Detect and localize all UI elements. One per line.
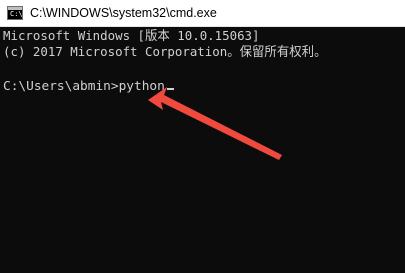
cmd-app-icon-label: C:\ <box>10 10 23 18</box>
title-bar[interactable]: C:\ C:\WINDOWS\system32\cmd.exe <box>0 0 405 27</box>
cmd-app-icon[interactable]: C:\ <box>7 6 23 20</box>
console-area[interactable]: Microsoft Windows [版本 10.0.15063] (c) 20… <box>0 27 405 273</box>
red-arrow-annotation <box>148 87 282 160</box>
window-title: C:\WINDOWS\system32\cmd.exe <box>30 6 217 20</box>
cmd-window: C:\ C:\WINDOWS\system32\cmd.exe Microsof… <box>0 0 405 273</box>
arrow-head-icon <box>148 87 282 160</box>
